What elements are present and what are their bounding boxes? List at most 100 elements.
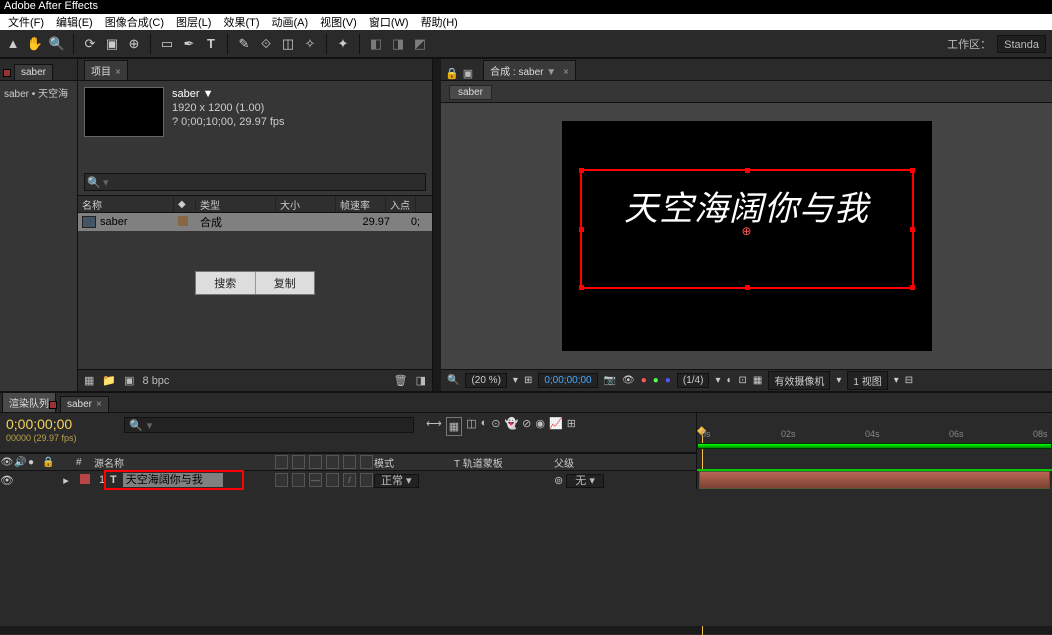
project-search[interactable]: 🔍▾: [84, 173, 426, 191]
show-snapshot-icon[interactable]: 👁: [622, 375, 635, 386]
handle-icon[interactable]: [579, 285, 584, 290]
handle-icon[interactable]: [745, 285, 750, 290]
motion-blur-icon[interactable]: ◉: [535, 417, 545, 436]
menu-edit[interactable]: 编辑(E): [50, 14, 99, 30]
type-tool-icon[interactable]: T: [202, 35, 220, 53]
misc-tool-1-icon[interactable]: ◧: [367, 35, 385, 53]
layer-duration-bar[interactable]: [699, 471, 1050, 489]
video-toggle[interactable]: 👁: [0, 474, 14, 487]
new-comp-icon[interactable]: ▣: [124, 374, 134, 387]
comp-flowchart-icon[interactable]: ▦: [446, 417, 462, 436]
col-audio[interactable]: 🔊: [14, 457, 28, 468]
selection-tool-icon[interactable]: ▲: [4, 35, 22, 53]
info-icon[interactable]: ◨: [416, 374, 426, 387]
snapshot-icon[interactable]: 📷: [604, 375, 616, 386]
menu-effect[interactable]: 效果(T): [217, 14, 265, 30]
col-name[interactable]: 名称: [78, 197, 174, 212]
pen-tool-icon[interactable]: ✒: [180, 35, 198, 53]
viewer-subtab[interactable]: saber: [449, 85, 492, 100]
guides-icon[interactable]: ▦: [753, 375, 762, 386]
zoom-tool-icon[interactable]: 🔍: [48, 35, 66, 53]
parent-pickwhip-icon[interactable]: ⊚: [554, 475, 563, 487]
magnify-icon[interactable]: 🔍: [447, 375, 459, 386]
misc-tool-3-icon[interactable]: ◩: [411, 35, 429, 53]
menu-file[interactable]: 文件(F): [2, 14, 50, 30]
col-trkmat[interactable]: T 轨道蒙板: [454, 455, 554, 470]
timeline-comp-tab[interactable]: saber: [67, 399, 92, 410]
close-icon[interactable]: ×: [115, 67, 121, 78]
views-dropdown[interactable]: 1 视图: [847, 371, 887, 390]
close-icon[interactable]: ×: [563, 67, 569, 78]
col-solo[interactable]: ●: [28, 457, 42, 468]
misc-tool-2-icon[interactable]: ◨: [389, 35, 407, 53]
menu-help[interactable]: 帮助(H): [415, 14, 464, 30]
col-mode[interactable]: 模式: [374, 455, 454, 470]
render-queue-tab[interactable]: 渲染队列: [9, 399, 49, 410]
bpc-button[interactable]: 8 bpc: [143, 375, 170, 387]
time-ruler[interactable]: ◆ 0s 02s 04s 06s 08s: [697, 413, 1052, 469]
comp-thumbnail[interactable]: [84, 87, 164, 137]
eraser-tool-icon[interactable]: ◫: [279, 35, 297, 53]
trash-icon[interactable]: 🗑: [394, 374, 408, 387]
viewer-tab-name[interactable]: saber: [518, 67, 543, 78]
time-display[interactable]: 0;00;00;00: [538, 373, 597, 388]
close-icon[interactable]: ×: [96, 399, 102, 410]
tl-toggle-3-icon[interactable]: ◐: [481, 417, 488, 436]
col-video[interactable]: 👁: [0, 457, 14, 468]
rect-tool-icon[interactable]: ▭: [158, 35, 176, 53]
shy-icon[interactable]: 👻: [504, 417, 518, 436]
pan-behind-tool-icon[interactable]: ⊕: [125, 35, 143, 53]
composition-canvas[interactable]: 天空海阔你与我 ⊕: [562, 121, 932, 351]
roto-tool-icon[interactable]: ✧: [301, 35, 319, 53]
col-tag[interactable]: ◆: [174, 199, 196, 210]
menu-comp[interactable]: 图像合成(C): [99, 14, 170, 30]
col-num[interactable]: #: [76, 457, 94, 468]
brush-tool-icon[interactable]: ✎: [235, 35, 253, 53]
canvas-area[interactable]: 天空海阔你与我 ⊕: [441, 103, 1052, 369]
puppet-tool-icon[interactable]: ✦: [334, 35, 352, 53]
workspace-dropdown[interactable]: Standa: [997, 35, 1046, 53]
text-bounding-box[interactable]: ⊕: [580, 169, 914, 289]
work-area-bar[interactable]: [697, 443, 1052, 449]
folder-icon[interactable]: 📁: [102, 374, 116, 387]
col-type[interactable]: 类型: [196, 197, 276, 212]
parent-dropdown[interactable]: 无 ▾: [566, 474, 604, 488]
menu-window[interactable]: 窗口(W): [363, 14, 415, 30]
col-in[interactable]: 入点: [386, 197, 416, 212]
zoom-dropdown[interactable]: (20 %): [465, 373, 506, 388]
graph-editor-icon[interactable]: 📈: [549, 417, 563, 436]
col-source[interactable]: 源名称: [94, 455, 274, 470]
grid-icon[interactable]: ⊡: [739, 375, 747, 386]
handle-icon[interactable]: [745, 168, 750, 173]
menu-layer[interactable]: 图层(L): [170, 14, 217, 30]
timeline-tracks[interactable]: [697, 471, 1052, 626]
blend-mode-dropdown[interactable]: 正常 ▾: [374, 474, 419, 488]
camera-tool-icon[interactable]: ▣: [103, 35, 121, 53]
handle-icon[interactable]: [910, 285, 915, 290]
tl-toggle-5-icon[interactable]: ⊘: [522, 417, 531, 436]
current-time[interactable]: 0;00;00;00 00000 (29.97 fps): [0, 413, 118, 452]
exposure-icon[interactable]: ◐: [726, 375, 732, 386]
col-parent[interactable]: 父级: [554, 455, 624, 470]
channels-dropdown[interactable]: (1/4): [677, 373, 710, 388]
lock-icon[interactable]: 🔒: [445, 67, 459, 80]
col-lock[interactable]: 🔒: [42, 457, 56, 468]
project-tab[interactable]: 项目: [91, 67, 111, 78]
anchor-point-icon[interactable]: ⊕: [742, 224, 752, 234]
handle-icon[interactable]: [910, 227, 915, 232]
rotate-tool-icon[interactable]: ⟳: [81, 35, 99, 53]
col-size[interactable]: 大小: [276, 197, 336, 212]
clone-tool-icon[interactable]: ⟐: [257, 35, 275, 53]
hand-tool-icon[interactable]: ✋: [26, 35, 44, 53]
comp-mini-icon[interactable]: ▣: [463, 67, 473, 80]
tl-toggle-6-icon[interactable]: ⊞: [567, 417, 576, 436]
camera-dropdown[interactable]: 有效摄像机: [768, 371, 830, 390]
handle-icon[interactable]: [579, 227, 584, 232]
interpret-icon[interactable]: ▦: [84, 374, 94, 387]
resolution-icon[interactable]: ⊞: [524, 375, 532, 386]
project-item[interactable]: saber 合成 29.97 0;: [78, 213, 432, 231]
menu-view[interactable]: 视图(V): [314, 14, 363, 30]
handle-icon[interactable]: [910, 168, 915, 173]
search-button[interactable]: 搜索: [196, 272, 256, 294]
channels-icon[interactable]: ●: [641, 375, 647, 386]
